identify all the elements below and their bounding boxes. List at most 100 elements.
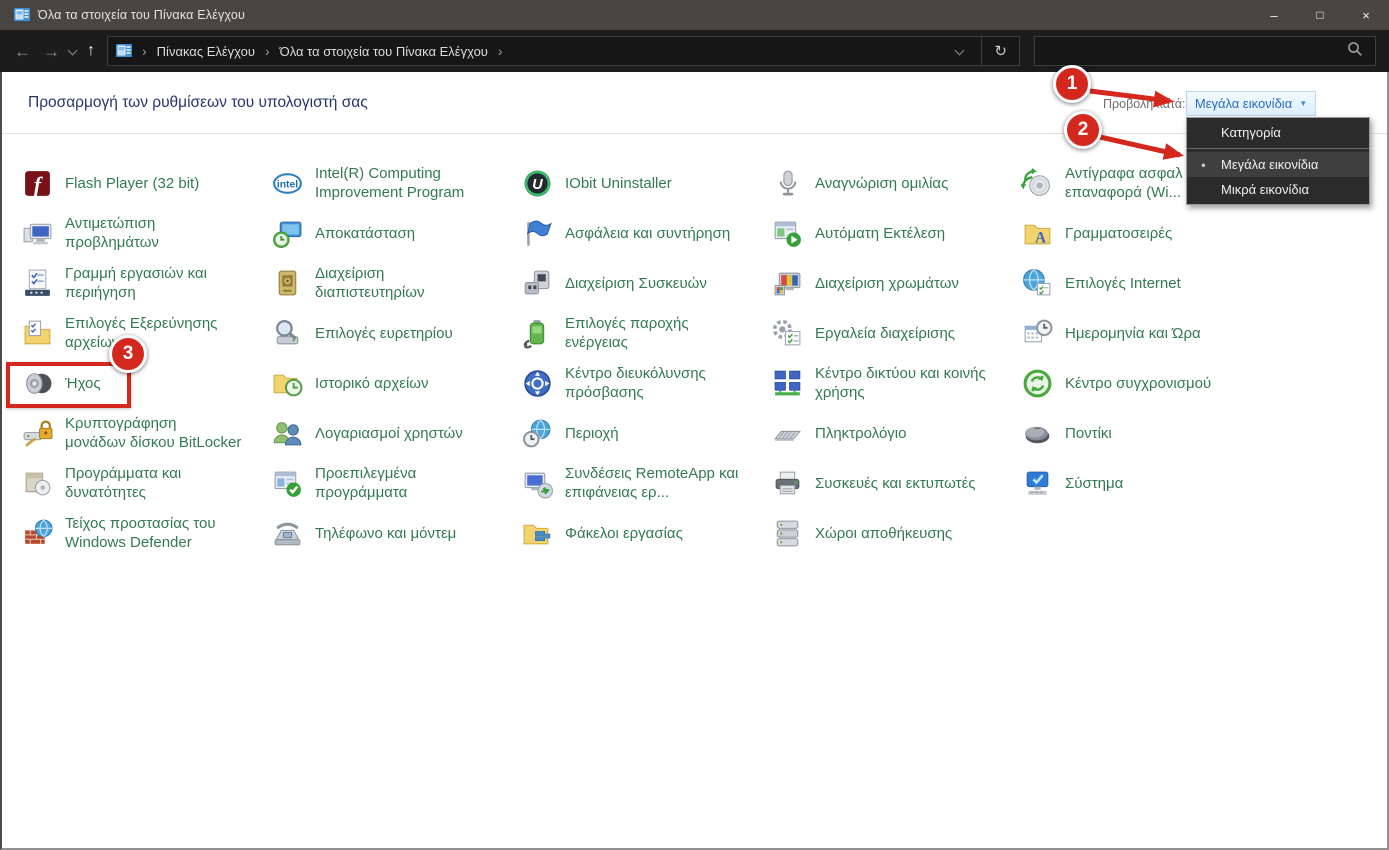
keyboard-icon <box>770 416 804 450</box>
phone-modem-icon <box>270 516 304 550</box>
item-label: Αποκατάσταση <box>315 224 415 243</box>
speech-recognition-icon <box>770 166 804 200</box>
indexing-options-icon <box>270 316 304 350</box>
control-panel-item-work-folders[interactable]: Φάκελοι εργασίας <box>520 508 770 558</box>
control-panel-item-programs-features[interactable]: Προγράμματα και δυνατότητες <box>20 458 270 508</box>
item-label: Διαχείριση χρωμάτων <box>815 274 959 293</box>
control-panel-item-bitlocker[interactable]: Κρυπτογράφηση μονάδων δίσκου BitLocker <box>20 408 270 458</box>
control-panel-item-device-manager[interactable]: Διαχείριση Συσκευών <box>520 258 770 308</box>
file-history-icon <box>270 366 304 400</box>
region-icon <box>520 416 554 450</box>
menu-item-large-icons[interactable]: ● Μεγάλα εικονίδια <box>1187 152 1369 177</box>
item-label: Σύστημα <box>1065 474 1123 493</box>
control-panel-item-color-management[interactable]: Διαχείριση χρωμάτων <box>770 258 1020 308</box>
navigation-toolbar: ← → ↑ › Πίνακας Ελέγχου › Όλα τα στοιχεί… <box>0 30 1389 72</box>
svg-text:U: U <box>532 177 543 193</box>
item-label: Ιστορικό αρχείων <box>315 374 428 393</box>
menu-item-small-icons[interactable]: Μικρά εικονίδια <box>1187 177 1369 202</box>
control-panel-item-file-history[interactable]: Ιστορικό αρχείων <box>270 358 520 408</box>
control-panel-item-fonts[interactable]: AΓραμματοσειρές <box>1020 208 1270 258</box>
items-column: intelIntel(R) Computing Improvement Prog… <box>270 158 520 558</box>
item-label: Επιλογές Internet <box>1065 274 1181 293</box>
history-chevron-icon[interactable] <box>68 47 77 56</box>
item-label: Τείχος προστασίας του Windows Defender <box>65 514 216 552</box>
control-panel-item-remoteapp[interactable]: Συνδέσεις RemoteApp και επιφάνειας ερ... <box>520 458 770 508</box>
taskbar-navigation-icon <box>20 266 54 300</box>
backup-restore-icon <box>1020 166 1054 200</box>
control-panel-item-network-sharing-center[interactable]: Κέντρο δικτύου και κοινής χρήσης <box>770 358 1020 408</box>
control-panel-item-taskbar-navigation[interactable]: Γραμμή εργασιών και περιήγηση <box>20 258 270 308</box>
control-panel-item-speech-recognition[interactable]: Αναγνώριση ομιλίας <box>770 158 1020 208</box>
up-button[interactable]: ↑ <box>81 39 101 63</box>
annotation-highlight-box <box>6 362 131 408</box>
control-panel-item-intel-program[interactable]: intelIntel(R) Computing Improvement Prog… <box>270 158 520 208</box>
view-by-menu: Κατηγορία ● Μεγάλα εικονίδια Μικρά εικον… <box>1186 117 1370 205</box>
item-label: Αντίγραφα ασφαλ επαναφορά (Wi... <box>1065 164 1183 202</box>
control-panel-item-administrative-tools[interactable]: Εργαλεία διαχείρισης <box>770 308 1020 358</box>
breadcrumb-all-items[interactable]: Όλα τα στοιχεία του Πίνακα Ελέγχου <box>280 44 488 59</box>
items-column: UIObit UninstallerΑσφάλεια και συντήρηση… <box>520 158 770 558</box>
menu-item-label: Κατηγορία <box>1221 125 1281 140</box>
items-column: Αντίγραφα ασφαλ επαναφορά (Wi... AΓραμματ… <box>1020 158 1270 558</box>
search-box <box>1034 36 1376 66</box>
item-label: Πληκτρολόγιο <box>815 424 906 443</box>
menu-item-category[interactable]: Κατηγορία <box>1187 120 1369 145</box>
item-label: Ποντίκι <box>1065 424 1112 443</box>
control-panel-item-sync-center[interactable]: Κέντρο συγχρονισμού <box>1020 358 1270 408</box>
control-panel-item-internet-options[interactable]: Επιλογές Internet <box>1020 258 1270 308</box>
search-input[interactable] <box>1035 44 1347 59</box>
view-by-label: Προβολή κατά: <box>1103 97 1185 111</box>
item-label: Κέντρο διευκόλυνσης πρόσβασης <box>565 364 706 402</box>
control-panel-item-defender-firewall[interactable]: Τείχος προστασίας του Windows Defender <box>20 508 270 558</box>
close-button[interactable]: × <box>1343 0 1389 30</box>
control-panel-item-devices-printers[interactable]: Συσκευές και εκτυπωτές <box>770 458 1020 508</box>
control-panel-item-recovery[interactable]: Αποκατάσταση <box>270 208 520 258</box>
control-panel-item-user-accounts[interactable]: Λογαριασμοί χρηστών <box>270 408 520 458</box>
item-label: Γραμμή εργασιών και περιήγηση <box>65 264 207 302</box>
control-panel-item-iobit-uninstaller[interactable]: UIObit Uninstaller <box>520 158 770 208</box>
item-label: Προγράμματα και δυνατότητες <box>65 464 181 502</box>
item-label: Διαχείριση Συσκευών <box>565 274 707 293</box>
flash-player-icon: f <box>20 166 54 200</box>
control-panel-item-date-time[interactable]: Ημερομηνία και Ώρα <box>1020 308 1270 358</box>
menu-separator <box>1187 148 1369 149</box>
breadcrumb-control-panel[interactable]: Πίνακας Ελέγχου <box>157 44 255 59</box>
view-by-dropdown[interactable]: Μεγάλα εικονίδια ▼ <box>1186 91 1316 116</box>
control-panel-item-autoplay[interactable]: Αυτόματη Εκτέλεση <box>770 208 1020 258</box>
control-panel-item-ease-of-access[interactable]: Κέντρο διευκόλυνσης πρόσβασης <box>520 358 770 408</box>
control-panel-item-phone-modem[interactable]: Τηλέφωνο και μόντεμ <box>270 508 520 558</box>
control-panel-item-mouse[interactable]: Ποντίκι <box>1020 408 1270 458</box>
control-panel-item-troubleshooting[interactable]: Αντιμετώπιση προβλημάτων <box>20 208 270 258</box>
minimize-button[interactable]: – <box>1251 0 1297 30</box>
address-bar[interactable]: › Πίνακας Ελέγχου › Όλα τα στοιχεία του … <box>107 36 1020 66</box>
work-folders-icon <box>520 516 554 550</box>
refresh-button[interactable]: ↻ <box>982 37 1019 65</box>
control-panel-item-system[interactable]: Σύστημα <box>1020 458 1270 508</box>
color-management-icon <box>770 266 804 300</box>
devices-printers-icon <box>770 466 804 500</box>
control-panel-item-security-maintenance[interactable]: Ασφάλεια και συντήρηση <box>520 208 770 258</box>
maximize-button[interactable]: □ <box>1297 0 1343 30</box>
control-panel-item-indexing-options[interactable]: Επιλογές ευρετηρίου <box>270 308 520 358</box>
control-panel-item-keyboard[interactable]: Πληκτρολόγιο <box>770 408 1020 458</box>
item-label: Φάκελοι εργασίας <box>565 524 683 543</box>
radio-bullet-icon: ● <box>1201 160 1206 169</box>
titlebar: Όλα τα στοιχεία του Πίνακα Ελέγχου – □ × <box>0 0 1389 30</box>
control-panel-item-flash-player[interactable]: fFlash Player (32 bit) <box>20 158 270 208</box>
back-button[interactable]: ← <box>8 39 37 64</box>
control-panel-icon <box>14 7 30 23</box>
control-panel-item-storage-spaces[interactable]: Χώροι αποθήκευσης <box>770 508 1020 558</box>
fonts-icon: A <box>1020 216 1054 250</box>
item-label: Αναγνώριση ομιλίας <box>815 174 948 193</box>
item-label: Τηλέφωνο και μόντεμ <box>315 524 456 543</box>
control-panel-item-region[interactable]: Περιοχή <box>520 408 770 458</box>
control-panel-item-power-options[interactable]: Επιλογές παροχής ενέργειας <box>520 308 770 358</box>
file-explorer-options-icon <box>20 316 54 350</box>
control-panel-item-default-programs[interactable]: Προεπιλεγμένα προγράμματα <box>270 458 520 508</box>
annotation-badge-1: 1 <box>1053 65 1091 103</box>
control-panel-item-credential-manager[interactable]: Διαχείριση διαπιστευτηρίων <box>270 258 520 308</box>
forward-button[interactable]: → <box>37 39 66 64</box>
item-label: Εργαλεία διαχείρισης <box>815 324 955 343</box>
item-label: Αντιμετώπιση προβλημάτων <box>65 214 159 252</box>
address-dropdown-icon[interactable] <box>955 47 979 56</box>
